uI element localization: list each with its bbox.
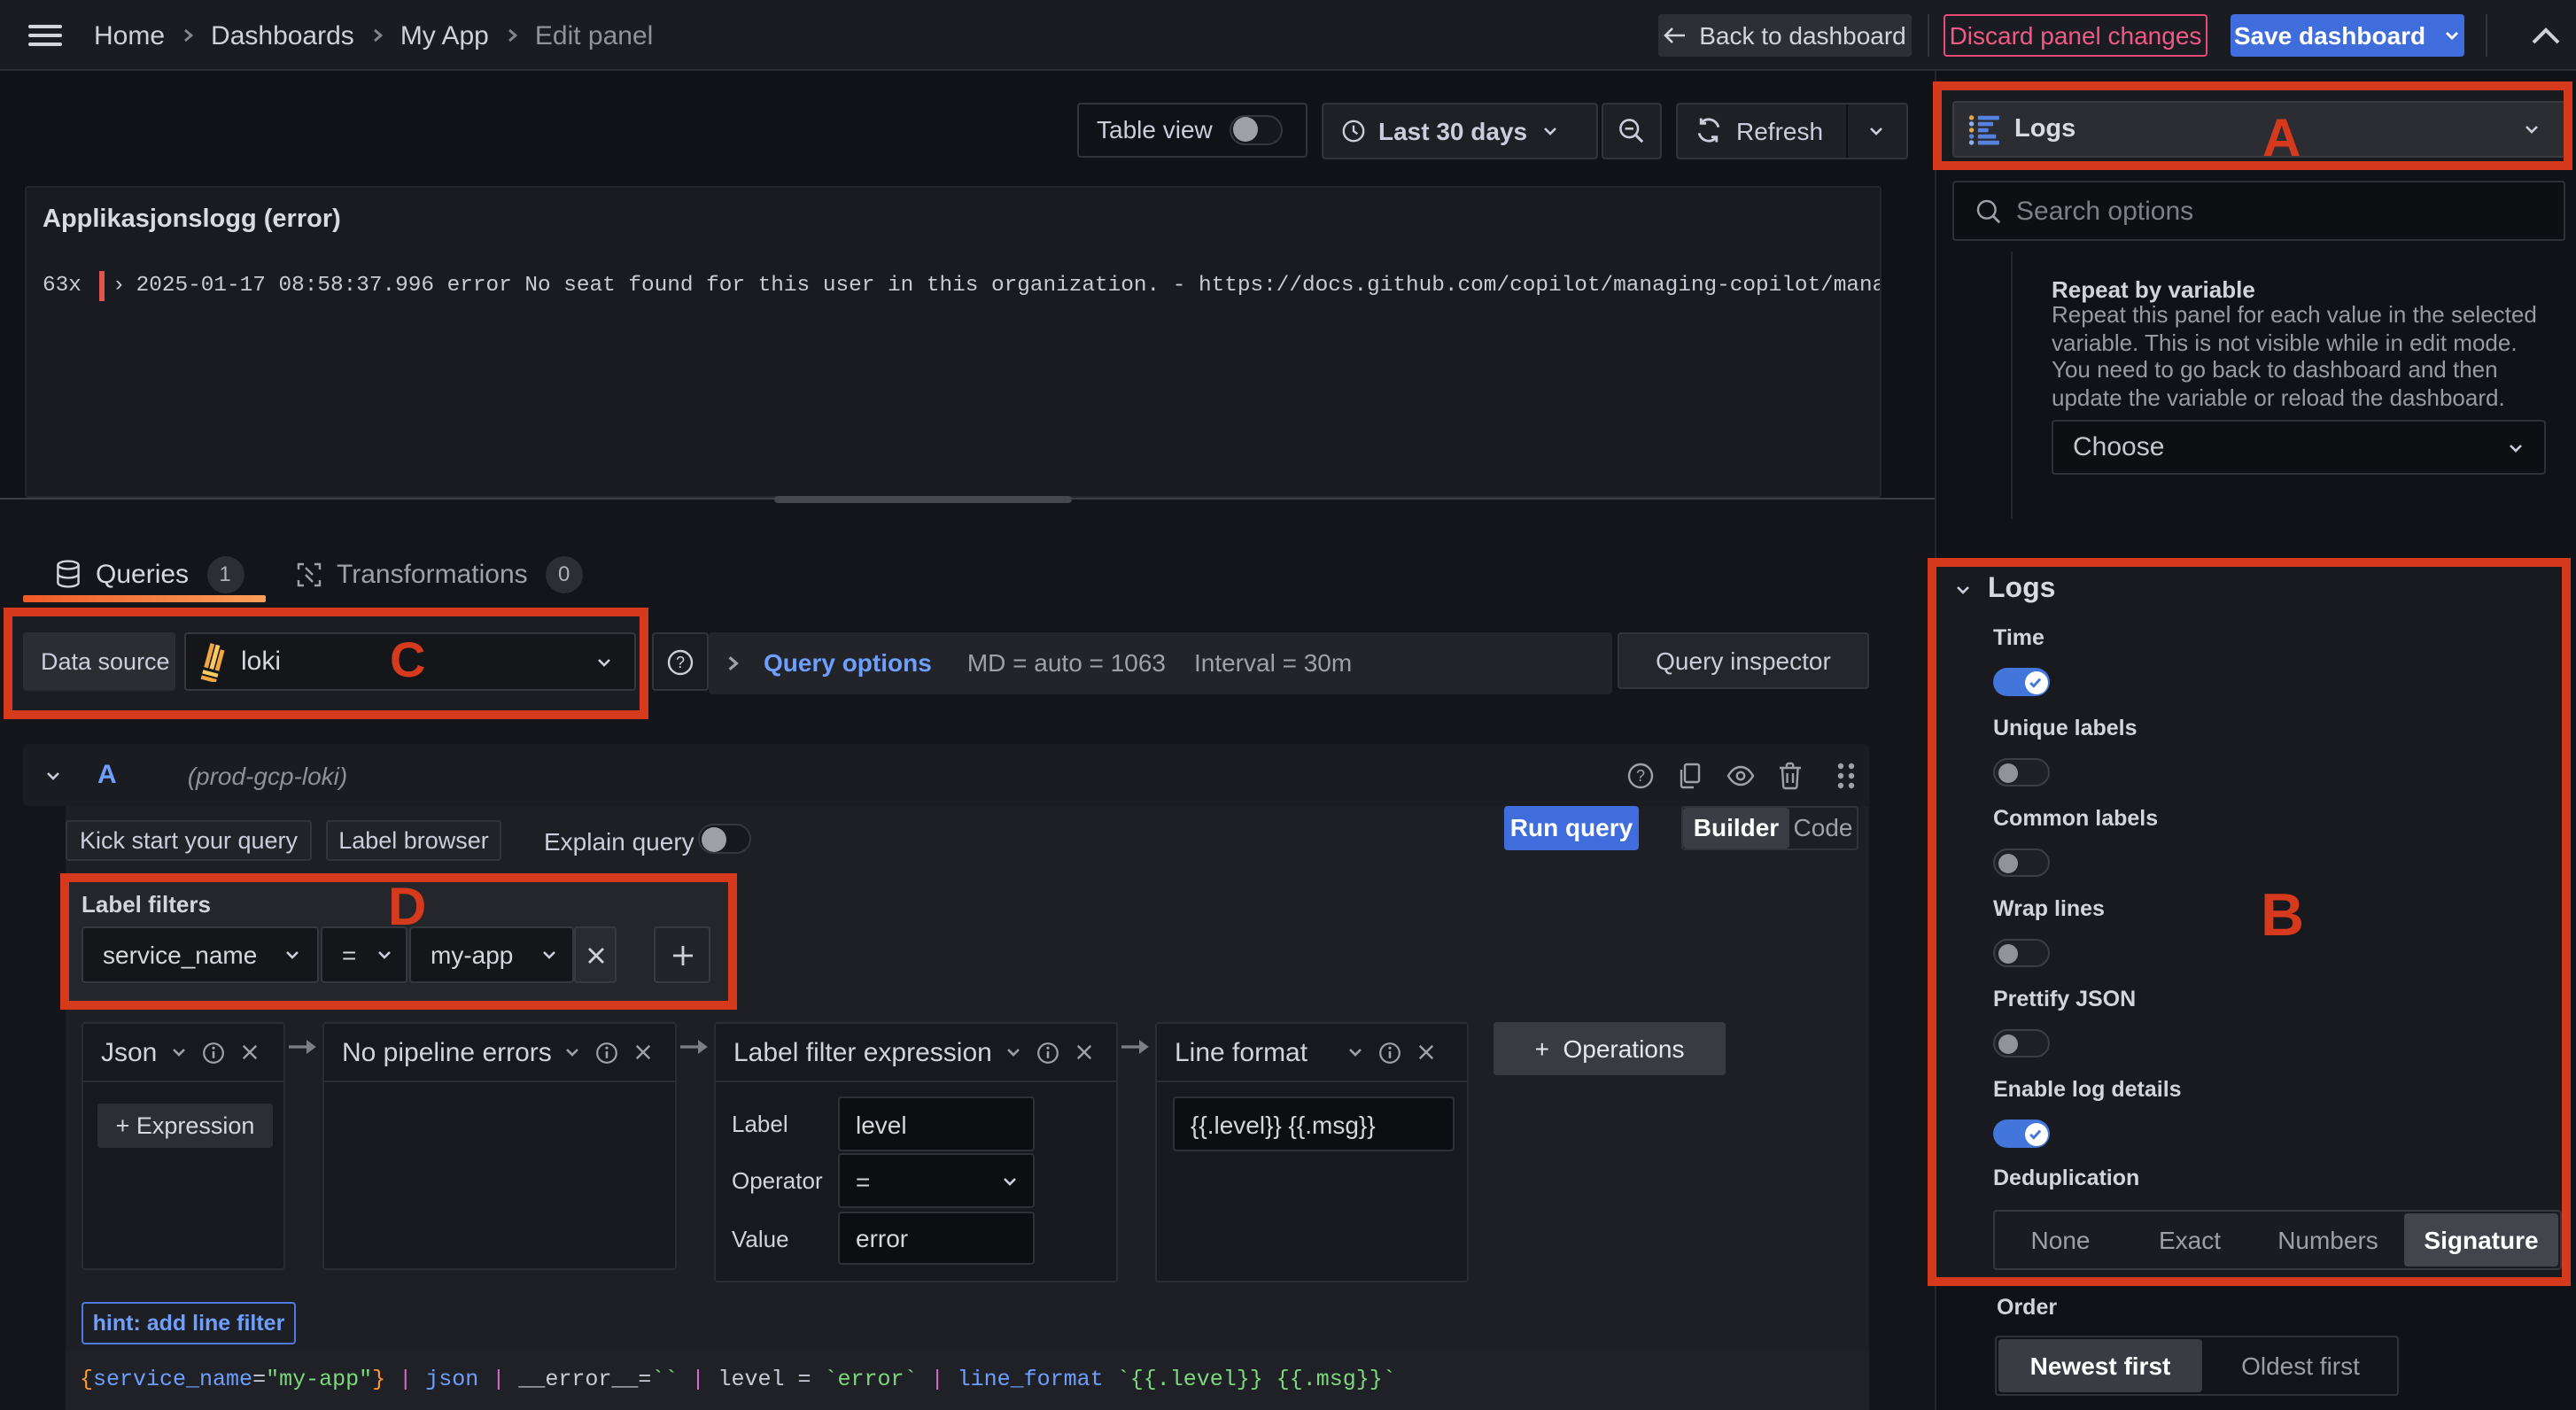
- svg-text:?: ?: [1636, 767, 1645, 785]
- svg-text:?: ?: [676, 653, 685, 670]
